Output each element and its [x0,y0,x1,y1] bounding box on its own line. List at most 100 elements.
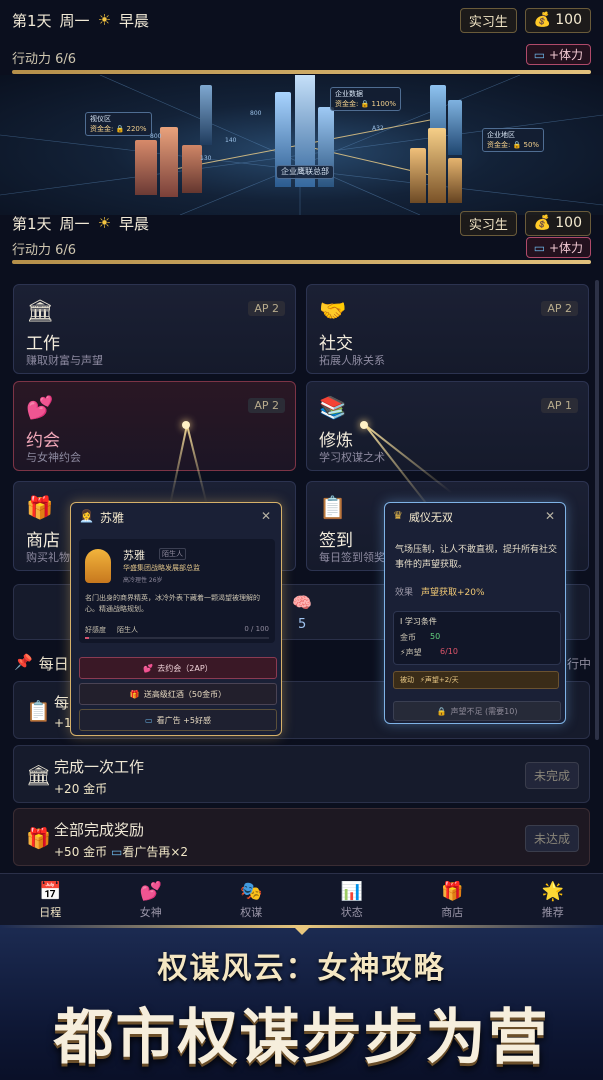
close-icon[interactable]: ✕ [261,509,271,523]
building [410,148,426,203]
add-stamina-button[interactable]: ▭ +体力 [525,237,591,258]
send-gift-label: 送高级红酒（50金币） [143,689,227,699]
locked-label: 声望不足 (需要10) [450,706,518,716]
action-points-bar [12,260,591,264]
tv-icon: ▭ [533,241,546,255]
watch-ad-label: 看广告 +5好感 [156,715,211,725]
favor-label: 好感度 [85,626,106,634]
rank-badge[interactable]: 实习生 [459,210,517,236]
road-number: 130 [200,155,212,162]
character-title: 华盛集团战略发展部总监 [123,564,200,572]
ap-cost: AP 2 [248,301,285,316]
tv-icon: ▭ [110,845,123,859]
map-label-district-2[interactable]: 企业数据 资金金: 🔒 1100% [330,87,401,111]
gift-icon: 🎁 [26,826,51,850]
map-label-title: 企业地区 [487,131,515,139]
learn-button-locked[interactable]: 🔒 声望不足 (需要10) [393,701,561,721]
activity-card-work[interactable]: 🏛 AP 2 工作 赚取财富与声望 [13,284,296,374]
hearts-icon: 💕 [26,396,54,421]
action-points-fill [12,260,591,264]
bank-icon: 🏛 [26,299,54,324]
activity-card-date[interactable]: 💕 AP 2 约会 与女神约会 [13,381,296,471]
popup-header: 👩‍💼 苏雅 [79,509,124,526]
banner-notch [290,925,314,935]
popup-title: 威仪无双 [408,511,453,524]
city-map[interactable]: 视仪区 资金金: 🔒 220% 企业数据 资金金: 🔒 1100% 企业地区 资金金:… [0,75,603,215]
coin-counter[interactable]: 💰 100 [524,7,591,33]
task-title: 完成一次工作 [54,758,145,776]
scrollbar[interactable] [595,280,599,740]
task-status-button[interactable]: 未完成 [524,762,579,789]
map-label-district-3[interactable]: 企业地区 资金金: 🔒 50% [482,128,545,152]
card-subtitle: 每日签到领奖 [319,551,385,564]
go-date-button[interactable]: 💕 去约会（2AP） [79,657,277,679]
handshake-icon: 🤝 [319,299,347,324]
favor-value: 0 / 100 [244,625,269,633]
sun-icon: ☀ [97,11,112,29]
passive-bonus: 被动 ⚡声望+2/天 [393,671,559,689]
banner-subtitle: 权谋风云：女神攻略 [157,951,446,986]
card-subtitle: 学习权谋之术 [319,451,385,464]
daily-header: 📌 每日 [14,653,69,674]
close-icon[interactable]: ✕ [545,509,555,523]
nav-tab-goddess[interactable]: 💕 女神 [101,874,202,926]
add-stamina-button[interactable]: ▭ +体力 [525,44,591,65]
effect-value: 声望获取+20% [421,588,485,598]
banner-title: 都市权谋步步为营 [53,1003,550,1073]
building [448,158,462,203]
road-number: 140 [225,137,237,144]
cond-rep-label: ⚡声望 [400,648,422,657]
nav-tab-status[interactable]: 📊 状态 [302,874,403,926]
card-title: 约会 [26,431,60,451]
card-subtitle: 购买礼物 [26,551,70,564]
day-label: 第1天 [12,214,52,233]
weekday-label: 周一 [59,214,90,233]
action-points-fill [12,70,591,74]
nav-label: 女神 [139,905,162,919]
activity-card-train[interactable]: 📚 AP 1 修炼 学习权谋之术 [306,381,589,471]
gift-icon: 🎁 [441,880,464,902]
nav-label: 推荐 [541,905,564,919]
card-title: 商店 [26,531,60,551]
rank-badge[interactable]: 实习生 [459,7,517,33]
cond-rep-value: 6/10 [440,647,458,656]
card-subtitle: 与女神约会 [26,451,81,464]
character-icon: 👩‍💼 [79,509,94,523]
coin-counter[interactable]: 💰 100 [524,210,591,236]
nav-tab-recommend[interactable]: 🌟 推荐 [503,874,603,926]
heart-icon: 💕 [143,663,154,673]
map-label-hq[interactable]: 企业鹰联总部 [276,165,334,179]
watch-ad-button[interactable]: ▭ 看广告 +5好感 [79,709,277,731]
nav-tab-schedule[interactable]: 📅 日程 [0,874,101,926]
star-icon: 🌟 [541,880,564,902]
map-label-title: 企业数据 [335,90,363,98]
action-points-label: 行动力 6/6 [12,243,77,258]
map-label-district-1[interactable]: 视仪区 资金金: 🔒 220% [85,112,152,136]
weekday-label: 周一 [59,11,90,30]
task-row: 🏛 完成一次工作 +20 金币 未完成 [13,745,590,803]
card-subtitle: 赚取财富与声望 [26,354,103,367]
task-reward: +50 金币 ▭看广告再×2 [54,843,188,860]
card-title: 工作 [26,334,60,354]
task-status-button[interactable]: 未达成 [524,825,579,852]
activity-card-social[interactable]: 🤝 AP 2 社交 拓展人脉关系 [306,284,589,374]
chart-icon: 📊 [340,880,363,902]
favor-fill [85,637,89,639]
action-points-label: 行动力 6/6 [12,52,77,67]
skill-effect: 效果 声望获取+20% [395,585,485,598]
top-status-bar: 第1天 周一 ☀ 早晨 实习生 💰 100 [0,2,603,38]
tv-icon: ▭ [145,715,153,725]
hearts-icon: 💕 [139,880,162,902]
calendar-icon: 📅 [39,880,62,902]
bank-icon: 🏛 [26,763,52,787]
nav-tab-shop[interactable]: 🎁 商店 [402,874,503,926]
nav-tab-scheme[interactable]: 🎭 权谋 [201,874,302,926]
beam-origin-dot [182,421,190,429]
building [428,128,446,203]
cond-coin-value: 50 [430,632,441,641]
card-title: 签到 [319,531,353,551]
gift-icon: 🎁 [129,689,140,699]
skill-popup: ♛ 威仪无双 ✕ 气场压制，让人不敢直视，提升所有社交事件的声望获取。 效果 声望… [384,502,566,724]
lock-icon: 🔒 [436,706,447,716]
send-gift-button[interactable]: 🎁 送高级红酒（50金币） [79,683,277,705]
